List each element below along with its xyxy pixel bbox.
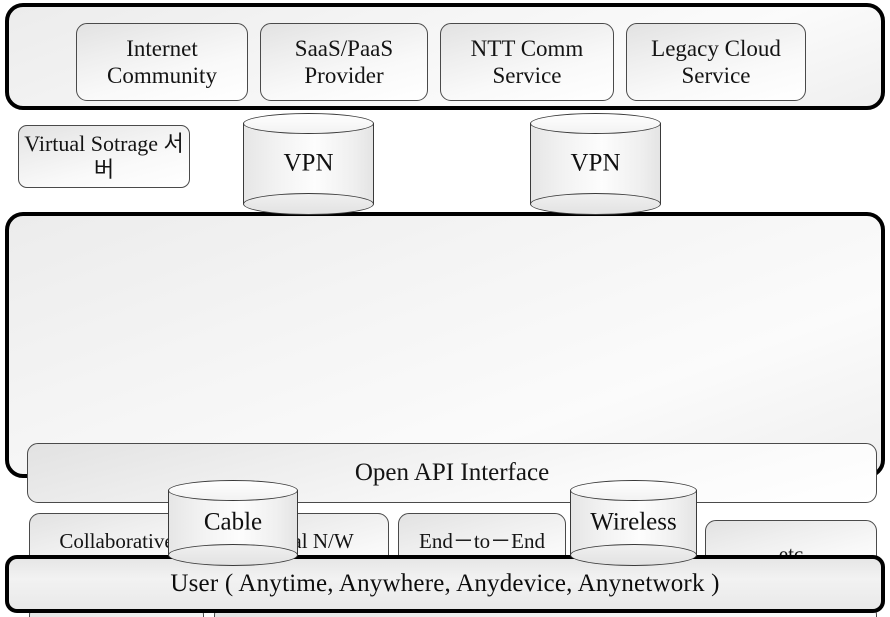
vpn-label: VPN (570, 149, 621, 177)
cable-label: Cable (203, 508, 263, 536)
cylinder-top-ellipse (243, 113, 374, 134)
wireless-cylinder[interactable]: Wireless (570, 480, 697, 566)
cylinder-bottom-ellipse (570, 544, 697, 566)
top-layer-item-label: NTT Comm Service (470, 35, 584, 88)
vpn-cylinder-left[interactable]: VPN (243, 113, 374, 215)
open-api-interface-box[interactable]: Open API Interface (27, 443, 877, 503)
cylinder-top-ellipse (570, 480, 697, 501)
virtual-storage-box[interactable]: Virtual Sotrage 서버 (18, 125, 190, 188)
cylinder-top-ellipse (530, 113, 661, 134)
architecture-diagram: Internet Community SaaS/PaaS Provider NT… (0, 0, 890, 617)
virtual-storage-label: Virtual Sotrage 서버 (24, 130, 184, 182)
open-api-interface-label: Open API Interface (354, 459, 550, 487)
cylinder-top-ellipse (168, 480, 298, 501)
top-layer-item-legacy-cloud-service[interactable]: Legacy Cloud Service (626, 23, 806, 101)
top-layer-item-label: SaaS/PaaS Provider (294, 35, 394, 88)
top-layer-container: Internet Community SaaS/PaaS Provider NT… (5, 3, 885, 110)
user-layer-container: User ( Anytime, Anywhere, Anydevice, Any… (5, 555, 885, 613)
top-layer-item-saas-paas-provider[interactable]: SaaS/PaaS Provider (260, 23, 428, 101)
user-layer-label: User ( Anytime, Anywhere, Anydevice, Any… (170, 570, 720, 597)
top-layer-item-ntt-comm-service[interactable]: NTT Comm Service (440, 23, 614, 101)
top-layer-item-internet-community[interactable]: Internet Community (76, 23, 248, 101)
cable-cylinder[interactable]: Cable (168, 480, 298, 566)
cylinder-bottom-ellipse (243, 193, 374, 215)
top-layer-item-label: Internet Community (107, 35, 217, 88)
top-layer-item-label: Legacy Cloud Service (651, 35, 781, 88)
wireless-label: Wireless (590, 508, 677, 536)
platform-layer-container: Open API Interface Collaborative Filteri… (5, 212, 885, 617)
cylinder-bottom-ellipse (168, 544, 298, 566)
cylinder-bottom-ellipse (530, 193, 661, 215)
vpn-label: VPN (283, 149, 334, 177)
vpn-cylinder-right[interactable]: VPN (530, 113, 661, 215)
